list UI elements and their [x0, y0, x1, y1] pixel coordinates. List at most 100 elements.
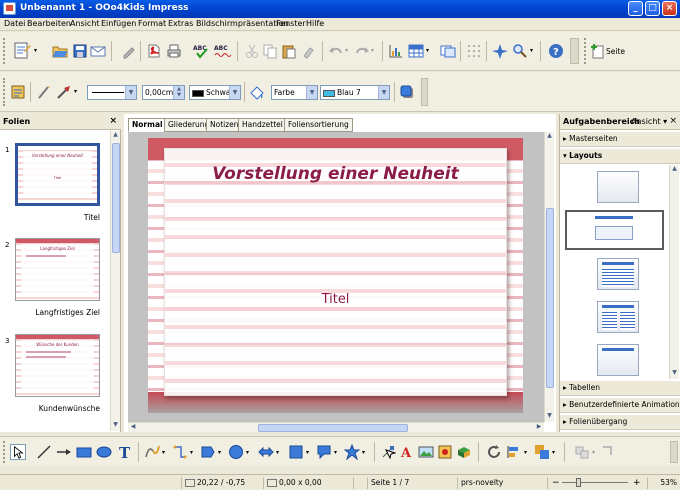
zoom-handle[interactable] [576, 478, 581, 487]
toolbar-grip[interactable] [3, 38, 6, 64]
line-width-spinner[interactable]: ▲ ▼ [173, 86, 184, 99]
menu-ansicht[interactable]: Ansicht [70, 19, 100, 28]
minimize-button[interactable]: _ [628, 1, 643, 16]
slides-pane-scrollbar[interactable]: ▲ ▼ [110, 131, 120, 431]
open-folder-icon[interactable] [52, 43, 68, 59]
line-color-select[interactable]: Schwar ▼ [189, 85, 241, 100]
symbol-shapes-dropdown-arrow[interactable]: ▾ [246, 449, 249, 456]
menu-fenster[interactable]: Fenster [276, 19, 306, 28]
layout-title-slide[interactable] [565, 210, 664, 250]
grid-icon[interactable] [466, 43, 482, 59]
undo-dropdown-arrow[interactable]: ▾ [345, 47, 348, 54]
layout-title-content[interactable] [597, 258, 639, 290]
toolbar-overflow-button[interactable] [570, 38, 579, 64]
rotate-icon[interactable] [486, 444, 502, 460]
scroll-up-arrow[interactable]: ▲ [111, 131, 120, 141]
scroll-up-arrow[interactable]: ▲ [545, 132, 554, 142]
scroll-right-arrow[interactable]: ▶ [534, 423, 544, 432]
line-tool-icon[interactable] [36, 444, 52, 460]
flowcharts-icon[interactable] [288, 444, 304, 460]
main-vertical-scrollbar[interactable]: ▲ ▼ [544, 132, 554, 422]
new-slide-icon[interactable] [590, 43, 606, 59]
flowcharts-dropdown-arrow[interactable]: ▾ [306, 449, 309, 456]
group-objects-icon[interactable] [574, 444, 590, 460]
task-pane-view-menu[interactable]: Ansicht ▾ [631, 117, 667, 126]
section-masterseiten[interactable]: ▸ Masterseiten [560, 132, 680, 147]
tab-handzettel[interactable]: Handzettel [238, 118, 287, 132]
slide-thumbnail-2[interactable]: Langfristiges Ziel [15, 238, 100, 301]
fontwork-icon[interactable]: A [399, 444, 415, 460]
current-slide[interactable]: Vorstellung einer Neuheit Titel [148, 138, 523, 413]
redo-icon[interactable] [354, 43, 370, 59]
menu-bearbeiten[interactable]: Bearbeiten [27, 19, 71, 28]
curve-tool-icon[interactable] [144, 444, 160, 460]
chart-icon[interactable] [388, 43, 404, 59]
display-views-icon[interactable] [440, 43, 456, 59]
toolbar-grip[interactable] [584, 38, 587, 64]
block-arrows-icon[interactable] [258, 444, 274, 460]
curve-dropdown-arrow[interactable]: ▾ [162, 449, 165, 456]
select-arrow-icon[interactable] [10, 444, 26, 460]
align-dropdown-arrow[interactable]: ▾ [524, 449, 527, 456]
text-tool-icon[interactable]: T [117, 444, 133, 460]
layout-title-two-content[interactable] [597, 301, 639, 333]
ellipse-tool-icon[interactable] [96, 444, 112, 460]
undo-icon[interactable] [328, 43, 344, 59]
arrow-style-dropdown-arrow[interactable]: ▾ [74, 88, 77, 95]
help-icon[interactable]: ? [548, 43, 564, 59]
slide-thumbnail-3[interactable]: Wünsche der Kunden [15, 334, 100, 397]
insert-image-icon[interactable] [418, 444, 434, 460]
zoom-in-icon[interactable]: + [633, 477, 641, 489]
edit-file-icon[interactable] [120, 43, 136, 59]
task-pane-scrollbar[interactable]: ▲ ▼ [669, 165, 679, 379]
gallery-icon[interactable] [437, 444, 453, 460]
connector-dropdown-arrow[interactable]: ▾ [190, 449, 193, 456]
new-slide-label[interactable]: Seite [606, 47, 625, 56]
arrange-dropdown-arrow[interactable]: ▾ [552, 449, 555, 456]
symbol-shapes-icon[interactable] [228, 444, 244, 460]
scrollbar-thumb[interactable] [112, 143, 120, 253]
copy-icon[interactable] [262, 43, 278, 59]
menu-hilfe[interactable]: Hilfe [306, 19, 324, 28]
points-edit-icon[interactable] [380, 444, 396, 460]
scrollbar-thumb[interactable] [258, 424, 408, 432]
main-horizontal-scrollbar[interactable]: ◀ ▶ [128, 422, 544, 432]
line-style-select[interactable]: ▼ [87, 85, 137, 100]
area-color-dropdown-arrow[interactable]: ▼ [378, 86, 389, 99]
line-style-dropdown-arrow[interactable]: ▼ [125, 86, 136, 99]
section-tabellen[interactable]: ▸ Tabellen [560, 381, 680, 396]
export-pdf-icon[interactable] [146, 43, 162, 59]
line-icon[interactable] [36, 84, 52, 100]
scroll-down-arrow[interactable]: ▼ [545, 412, 554, 422]
connector-tool-icon[interactable] [172, 444, 188, 460]
close-button[interactable]: × [662, 1, 677, 16]
maximize-button[interactable]: □ [645, 1, 660, 16]
navigator-icon[interactable] [492, 43, 508, 59]
menu-extras[interactable]: Extras [168, 19, 193, 28]
arrange-icon[interactable] [534, 444, 550, 460]
status-zoom-percent[interactable]: 53% [647, 477, 680, 489]
task-pane-close-icon[interactable]: × [669, 116, 677, 126]
print-icon[interactable] [166, 43, 182, 59]
tab-normal[interactable]: Normal [128, 118, 167, 132]
glue-points-icon[interactable] [600, 444, 616, 460]
area-fill-icon[interactable] [249, 84, 265, 100]
menu-format[interactable]: Format [138, 19, 166, 28]
area-style-select[interactable]: Farbe ▼ [271, 85, 318, 100]
zoom-out-icon[interactable]: − [552, 477, 560, 489]
email-icon[interactable] [90, 43, 106, 59]
scrollbar-thumb[interactable] [546, 208, 554, 388]
styles-icon[interactable] [10, 84, 26, 100]
paste-icon[interactable] [281, 43, 297, 59]
line-arrow-tool-icon[interactable] [56, 444, 72, 460]
group-dropdown-arrow[interactable]: ▾ [592, 449, 595, 456]
menu-einfuegen[interactable]: Einfügen [101, 19, 136, 28]
zoom-track[interactable] [562, 482, 628, 483]
area-color-select[interactable]: Blau 7 ▼ [320, 85, 390, 100]
autospellcheck-icon[interactable]: ABC [214, 43, 232, 59]
clone-formatting-icon[interactable] [301, 43, 317, 59]
section-benutzerdefinierte-animation[interactable]: ▸ Benutzerdefinierte Animation [560, 398, 680, 413]
table-icon[interactable] [408, 43, 424, 59]
stars-icon[interactable] [344, 444, 360, 460]
basic-shapes-icon[interactable] [200, 444, 216, 460]
